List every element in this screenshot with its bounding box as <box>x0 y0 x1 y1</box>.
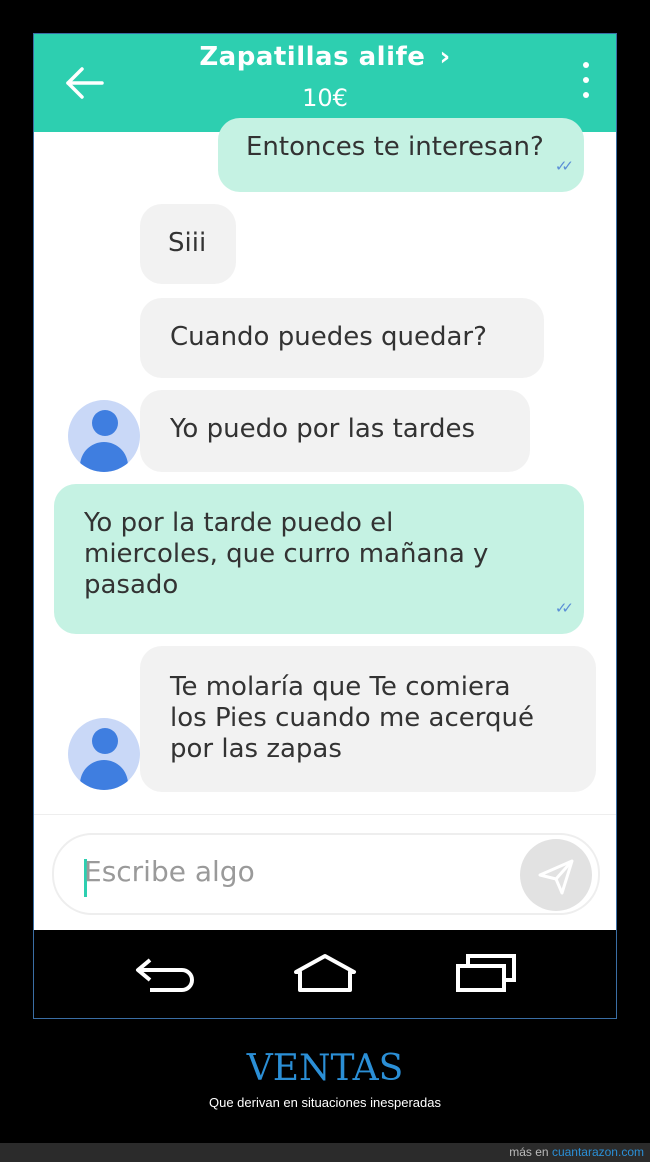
message-input-placeholder: Escribe algo <box>84 855 255 888</box>
send-button[interactable] <box>520 839 592 911</box>
message-outgoing: Yo por la tarde puedo el miercoles, que … <box>54 484 584 634</box>
vertical-dots-icon[interactable] <box>580 62 592 108</box>
message-outgoing: Entonces te interesan? ✓✓ <box>218 118 584 192</box>
listing-price: 10€ <box>302 84 348 112</box>
message-text: Siii <box>168 228 207 258</box>
avatar[interactable] <box>68 400 140 472</box>
message-incoming: Te molaría que Te comiera los Pies cuand… <box>140 646 596 792</box>
listing-title-text: Zapatillas alife <box>199 42 426 72</box>
composer: Escribe algo <box>34 814 616 930</box>
footer-text: más en cuantarazon.com <box>509 1145 644 1159</box>
listing-title[interactable]: Zapatillas alife › <box>34 42 616 72</box>
message-incoming: Siii <box>140 204 236 284</box>
recents-icon[interactable] <box>454 952 520 994</box>
footer-prefix: más en <box>509 1145 549 1159</box>
site-link[interactable]: cuantarazon.com <box>552 1145 644 1159</box>
back-icon[interactable] <box>132 952 198 994</box>
message-line: Te molaría que Te comiera <box>170 672 511 702</box>
message-line: por las zapas <box>170 734 342 764</box>
message-line: los Pies cuando me acerqué <box>170 703 534 733</box>
avatar[interactable] <box>68 718 140 790</box>
phone-screen: Zapatillas alife › 10€ Entonces te intere… <box>33 33 617 1019</box>
chevron-right-icon: › <box>439 42 451 72</box>
message-text: Entonces te interesan? <box>246 132 544 162</box>
paper-plane-icon <box>538 859 574 895</box>
message-incoming: Yo puedo por las tardes <box>140 390 530 472</box>
footer-bar: más en cuantarazon.com <box>0 1143 650 1162</box>
message-line: Yo por la tarde puedo el <box>84 508 394 538</box>
read-ticks-icon: ✓✓ <box>554 599 574 617</box>
message-text: Yo puedo por las tardes <box>170 414 475 444</box>
message-line: pasado <box>84 570 179 600</box>
message-line: miercoles, que curro mañana y <box>84 539 489 569</box>
caption-subtitle: Que derivan en situaciones inesperadas <box>209 1095 441 1110</box>
message-list: Entonces te interesan? ✓✓ Siii Cuando pu… <box>34 118 616 814</box>
message-text: Cuando puedes quedar? <box>170 322 487 352</box>
read-ticks-icon: ✓✓ <box>554 157 574 175</box>
caption-title: VENTAS <box>246 1048 404 1089</box>
message-incoming: Cuando puedes quedar? <box>140 298 544 378</box>
message-input[interactable]: Escribe algo <box>52 833 600 915</box>
home-icon[interactable] <box>292 952 358 994</box>
android-navigation-bar <box>34 930 616 1018</box>
